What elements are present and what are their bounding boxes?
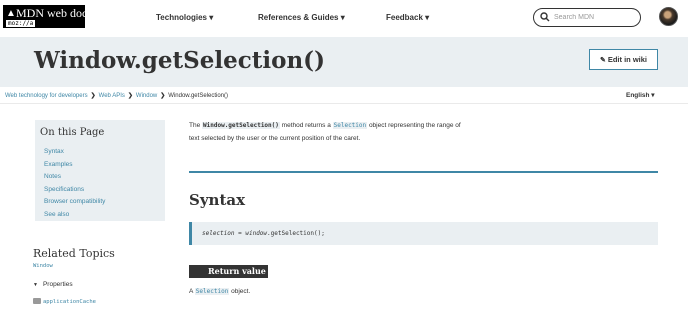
return-text: object.: [229, 288, 251, 295]
search-input[interactable]: [554, 11, 636, 24]
related-topics-title: Related Topics: [33, 247, 115, 260]
table-of-contents: On this Page Syntax Examples Notes Speci…: [31, 120, 165, 221]
breadcrumb-separator-icon: ❯: [127, 93, 133, 99]
breadcrumb-current: Window.getSelection(): [168, 93, 228, 99]
return-value-text: A Selection object.: [189, 288, 250, 295]
breadcrumb-separator-icon: ❯: [90, 93, 96, 99]
toc-item-notes[interactable]: Notes: [44, 171, 105, 184]
logo-text: MDN web docs: [16, 6, 92, 20]
syntax-code: selection = window.getSelection();: [202, 230, 325, 237]
toc-item-specifications[interactable]: Specifications: [44, 184, 105, 197]
selection-link[interactable]: Selection: [194, 288, 230, 295]
mdn-logo[interactable]: ▲ MDN web docs moz://a: [3, 5, 92, 28]
properties-label: Properties: [42, 281, 73, 288]
toc-item-examples[interactable]: Examples: [44, 159, 105, 172]
toc-list: Syntax Examples Notes Specifications Bro…: [44, 146, 105, 221]
breadcrumb-web-apis[interactable]: Web APIs: [99, 93, 125, 99]
properties-toggle[interactable]: ▼ Properties: [33, 281, 73, 288]
toc-item-browser-compatibility[interactable]: Browser compatibility: [44, 196, 105, 209]
edit-in-wiki-button[interactable]: ✎ Edit in wiki: [589, 49, 658, 70]
toc-item-see-also[interactable]: See also: [44, 209, 105, 222]
breadcrumb-separator-icon: ❯: [160, 93, 166, 99]
syntax-op: =: [234, 230, 246, 237]
pencil-icon: ✎: [599, 56, 606, 64]
syntax-object: window: [245, 230, 268, 237]
syntax-heading: Syntax: [189, 191, 246, 209]
triangle-down-icon: ▼: [33, 282, 38, 288]
selection-link[interactable]: Selection: [332, 122, 368, 129]
title-band: Window.getSelection() ✎ Edit in wiki: [0, 37, 688, 87]
intro-text: text selected by the user or the current…: [189, 134, 361, 142]
nav-references-guides[interactable]: References & Guides ▾: [258, 13, 345, 22]
breadcrumb-row: Web technology for developers ❯ Web APIs ❯ W…: [0, 87, 688, 104]
intro-code-method: Window.getSelection(): [202, 122, 280, 129]
dinosaur-icon: ▲: [6, 8, 16, 19]
toc-title: On this Page: [40, 127, 105, 138]
syntax-var: selection: [202, 230, 235, 237]
intro-paragraph: The Window.getSelection() method returns…: [189, 120, 509, 145]
syntax-call: .getSelection();: [267, 230, 325, 237]
thumbs-down-icon: [33, 298, 41, 304]
property-applicationcache-link[interactable]: applicationCache: [33, 298, 96, 305]
edit-button-label: Edit in wiki: [607, 55, 648, 64]
mozilla-wordmark: moz://a: [6, 20, 36, 27]
syntax-code-block: selection = window.getSelection();: [189, 222, 658, 245]
search-box[interactable]: [533, 8, 641, 27]
breadcrumb: Web technology for developers ❯ Web APIs ❯ W…: [5, 92, 228, 99]
breadcrumb-web-technology[interactable]: Web technology for developers: [5, 93, 88, 99]
user-avatar[interactable]: [659, 7, 678, 26]
nav-feedback[interactable]: Feedback ▾: [386, 13, 429, 22]
search-icon: [540, 12, 550, 22]
related-window-link[interactable]: Window: [33, 263, 53, 269]
section-divider: [189, 171, 658, 173]
return-text: A: [189, 288, 195, 295]
intro-text: object representing the range of: [367, 122, 461, 129]
intro-text: method returns a: [279, 122, 333, 129]
property-label: applicationCache: [43, 299, 96, 305]
breadcrumb-window[interactable]: Window: [136, 93, 157, 99]
nav-technologies[interactable]: Technologies ▾: [156, 13, 213, 22]
language-selector[interactable]: English ▾: [626, 91, 655, 99]
top-navigation: ▲ MDN web docs moz://a Technologies ▾ Re…: [0, 0, 688, 36]
page-title: Window.getSelection(): [34, 47, 325, 74]
intro-text: The: [189, 122, 203, 129]
toc-item-syntax[interactable]: Syntax: [44, 146, 105, 159]
return-value-heading: Return value: [189, 265, 268, 278]
